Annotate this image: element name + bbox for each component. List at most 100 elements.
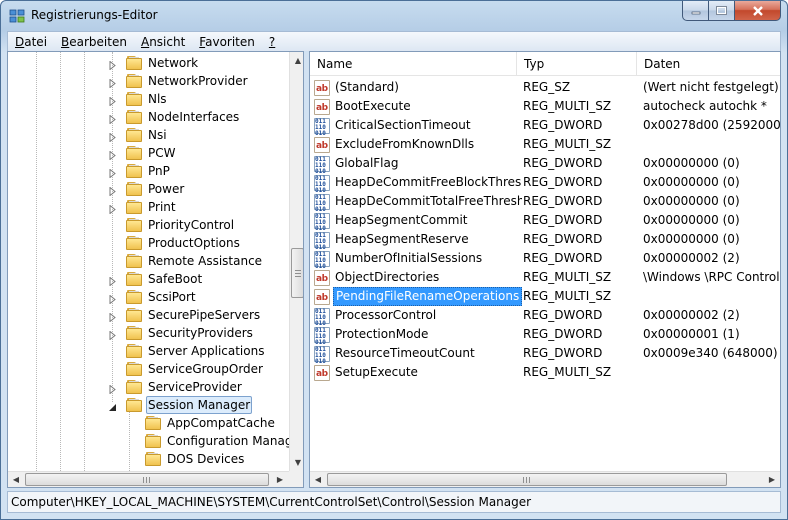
value-row[interactable]: 011 110 010 GlobalFlag REG_DWORD 0x00000000 (… bbox=[310, 154, 780, 173]
expand-arrow-icon[interactable] bbox=[108, 311, 117, 323]
value-row[interactable]: ab ExcludeFromKnownDlls REG_MULTI_SZ bbox=[310, 135, 780, 154]
menu-favoriten[interactable]: Favoriten bbox=[192, 33, 262, 51]
title-bar[interactable]: Registrierungs-Editor bbox=[1, 1, 787, 31]
tree-item[interactable]: SecurePipeServers bbox=[126, 306, 262, 324]
scroll-left-arrow-icon[interactable]: ◀ bbox=[8, 471, 24, 487]
value-row[interactable]: ab PendingFileRenameOperations REG_MULTI_S… bbox=[310, 287, 780, 306]
scroll-down-arrow-icon[interactable]: ▼ bbox=[290, 454, 303, 471]
scrollbar-corner bbox=[289, 471, 303, 487]
expand-arrow-icon[interactable] bbox=[108, 77, 117, 89]
value-row[interactable]: ab BootExecute REG_MULTI_SZ autocheck autoc… bbox=[310, 97, 780, 116]
tree-item[interactable]: Print bbox=[126, 198, 178, 216]
tree-item[interactable]: SecurityProviders bbox=[126, 324, 255, 342]
value-row[interactable]: 011 110 010 ProtectionMode REG_DWORD 0x000000… bbox=[310, 325, 780, 344]
tree-item[interactable]: DOS Devices bbox=[145, 450, 246, 468]
tree-item[interactable]: Network bbox=[126, 54, 200, 72]
value-data bbox=[643, 287, 780, 306]
value-row[interactable]: 011 110 010 ProcessorControl REG_DWORD 0x0000… bbox=[310, 306, 780, 325]
value-row[interactable]: 011 110 010 HeapSegmentCommit REG_DWORD 0x000… bbox=[310, 211, 780, 230]
tree-vertical-scrollbar[interactable]: ▲ ▼ bbox=[289, 52, 303, 471]
value-row[interactable]: ab SetupExecute REG_MULTI_SZ bbox=[310, 363, 780, 382]
grip-icon bbox=[523, 477, 532, 483]
tree-item-label: NetworkProvider bbox=[148, 74, 248, 88]
string-value-icon: ab bbox=[314, 79, 330, 96]
menu-datei[interactable]: Datei bbox=[8, 33, 54, 51]
scroll-right-arrow-icon[interactable]: ▶ bbox=[764, 471, 780, 487]
tree-vscroll-thumb[interactable] bbox=[291, 248, 303, 298]
scroll-up-arrow-icon[interactable]: ▲ bbox=[290, 52, 303, 69]
folder-icon bbox=[126, 380, 142, 394]
values-list-pane[interactable]: Name Typ Daten ab (Standard) REG_SZ (Wert n… bbox=[309, 51, 781, 488]
tree-item[interactable]: AppCompatCache bbox=[145, 414, 277, 432]
tree-item[interactable]: ServiceProvider bbox=[126, 378, 244, 396]
column-header-data[interactable]: Daten bbox=[637, 52, 780, 76]
tree-item-label: Nls bbox=[148, 92, 167, 106]
value-name: ExcludeFromKnownDlls bbox=[335, 137, 475, 151]
tree-horizontal-scrollbar[interactable]: ◀ ▶ bbox=[8, 471, 289, 487]
maximize-button[interactable] bbox=[709, 1, 735, 21]
expand-arrow-icon[interactable] bbox=[108, 113, 117, 125]
value-row[interactable]: 011 110 010 HeapDeCommitTotalFreeThresh... R… bbox=[310, 192, 780, 211]
minimize-button[interactable] bbox=[682, 1, 709, 21]
tree-hscroll-thumb[interactable] bbox=[25, 473, 269, 486]
tree-item[interactable]: Nsi bbox=[126, 126, 169, 144]
value-name: ProtectionMode bbox=[335, 327, 429, 341]
column-header-name[interactable]: Name bbox=[310, 52, 517, 76]
tree-item[interactable]: NodeInterfaces bbox=[126, 108, 241, 126]
expand-arrow-icon[interactable] bbox=[108, 59, 117, 71]
tree-item[interactable]: Nls bbox=[126, 90, 169, 108]
value-row[interactable]: 011 110 010 ResourceTimeoutCount REG_DWORD 0x… bbox=[310, 344, 780, 363]
collapse-arrow-icon[interactable] bbox=[108, 401, 117, 411]
tree-item[interactable]: ServiceGroupOrder bbox=[126, 360, 265, 378]
string-value-icon: ab bbox=[314, 98, 330, 115]
value-row[interactable]: 011 110 010 HeapDeCommitFreeBlockThresh... R… bbox=[310, 173, 780, 192]
expand-arrow-icon[interactable] bbox=[108, 95, 117, 107]
scroll-left-arrow-icon[interactable]: ◀ bbox=[310, 471, 326, 487]
value-data bbox=[643, 363, 780, 382]
expand-arrow-icon[interactable] bbox=[108, 167, 117, 179]
window-title: Registrierungs-Editor bbox=[31, 8, 158, 22]
value-row[interactable]: 011 110 010 HeapSegmentReserve REG_DWORD 0x00… bbox=[310, 230, 780, 249]
list-horizontal-scrollbar[interactable]: ◀ ▶ bbox=[310, 471, 780, 487]
tree-item[interactable]: PCW bbox=[126, 144, 177, 162]
value-name: BootExecute bbox=[335, 99, 411, 113]
tree-item[interactable]: Session Manager bbox=[126, 396, 253, 414]
expand-arrow-icon[interactable] bbox=[108, 383, 117, 395]
tree-item[interactable]: Configuration Manager bbox=[145, 432, 289, 450]
menu-ansicht[interactable]: Ansicht bbox=[134, 33, 192, 51]
menu-bearbeiten[interactable]: Bearbeiten bbox=[54, 33, 134, 51]
tree-item[interactable]: NetworkProvider bbox=[126, 72, 250, 90]
column-header-type[interactable]: Typ bbox=[517, 52, 637, 76]
tree-item[interactable]: PnP bbox=[126, 162, 172, 180]
expand-arrow-icon[interactable] bbox=[108, 293, 117, 305]
expand-arrow-icon[interactable] bbox=[108, 131, 117, 143]
tree-item[interactable]: PriorityControl bbox=[126, 216, 236, 234]
key-tree-pane[interactable]: Network NetworkProvider Nls NodeInterfaces N… bbox=[7, 51, 304, 488]
value-row[interactable]: 011 110 010 CriticalSectionTimeout REG_DWORD… bbox=[310, 116, 780, 135]
tree-item-label: NodeInterfaces bbox=[148, 110, 240, 124]
value-type: REG_DWORD bbox=[523, 118, 603, 132]
tree-item[interactable]: ProductOptions bbox=[126, 234, 242, 252]
expand-arrow-icon[interactable] bbox=[108, 149, 117, 161]
tree-item[interactable]: Server Applications bbox=[126, 342, 266, 360]
expand-arrow-icon[interactable] bbox=[108, 185, 117, 197]
menu-bar: Datei Bearbeiten Ansicht Favoriten ? bbox=[7, 31, 781, 51]
tree-item[interactable]: Power bbox=[126, 180, 186, 198]
expand-arrow-icon[interactable] bbox=[108, 329, 117, 341]
scroll-right-arrow-icon[interactable]: ▶ bbox=[272, 471, 288, 487]
expand-arrow-icon[interactable] bbox=[108, 275, 117, 287]
value-row[interactable]: 011 110 010 NumberOfInitialSessions REG_DWOR… bbox=[310, 249, 780, 268]
value-name: ObjectDirectories bbox=[335, 270, 440, 284]
value-row[interactable]: ab (Standard) REG_SZ (Wert nicht festgelegt… bbox=[310, 78, 780, 97]
tree-item[interactable]: ScsiPort bbox=[126, 288, 198, 306]
expand-arrow-icon[interactable] bbox=[108, 203, 117, 215]
close-button[interactable] bbox=[735, 1, 781, 21]
value-row[interactable]: ab ObjectDirectories REG_MULTI_SZ \Windows … bbox=[310, 268, 780, 287]
menu-help[interactable]: ? bbox=[262, 33, 282, 51]
caption-buttons bbox=[682, 1, 781, 21]
list-hscroll-thumb[interactable] bbox=[327, 473, 727, 486]
tree-item[interactable]: SafeBoot bbox=[126, 270, 204, 288]
value-name-cell: ab ObjectDirectories bbox=[314, 268, 522, 287]
tree-item[interactable]: Remote Assistance bbox=[126, 252, 264, 270]
value-data: \Windows \RPC Control bbox=[643, 270, 780, 284]
